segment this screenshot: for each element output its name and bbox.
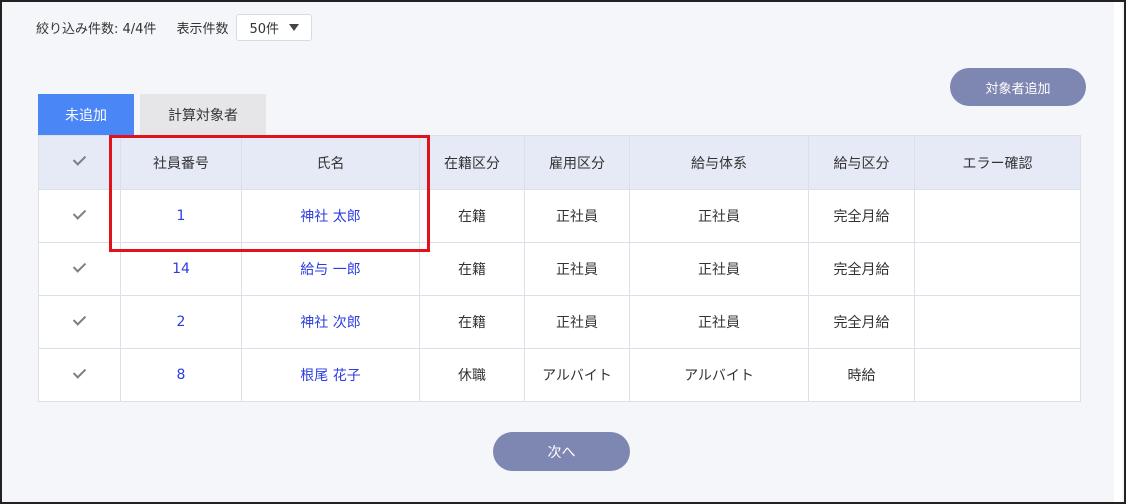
employee-id-link[interactable]: 1 [120,189,242,243]
filter-bar: 絞り込み件数: 4/4件 表示件数 50件 [36,14,312,41]
pay-system-cell: 正社員 [629,189,809,243]
table-row: 2 神社 次郎 在籍 正社員 正社員 完全月給 [38,295,1081,349]
check-icon [72,207,87,222]
caret-down-icon [289,24,299,31]
employment-cell: 正社員 [524,295,630,349]
header-name: 氏名 [241,135,420,190]
header-employee-id: 社員番号 [120,135,242,190]
table-row: 14 給与 一郎 在籍 正社員 正社員 完全月給 [38,242,1081,296]
tab-not-added[interactable]: 未追加 [38,94,134,135]
employee-name-link[interactable]: 給与 一郎 [241,242,420,296]
per-page-value: 50件 [249,22,279,37]
employee-id-link[interactable]: 2 [120,295,242,349]
error-check-cell [914,189,1081,243]
per-page-label: 表示件数 [176,22,229,37]
header-error-check: エラー確認 [914,135,1081,190]
error-check-cell [914,348,1081,402]
tab-calc-targets[interactable]: 計算対象者 [140,94,266,135]
enrollment-cell: 休職 [419,348,525,402]
check-icon [72,153,87,168]
header-pay-system: 給与体系 [629,135,809,190]
pay-system-cell: アルバイト [629,348,809,402]
employee-name-link[interactable]: 神社 次郎 [241,295,420,349]
add-target-button[interactable]: 対象者追加 [950,68,1086,106]
table-header-row: 社員番号 氏名 在籍区分 雇用区分 給与体系 給与区分 エラー確認 [38,135,1081,190]
employment-cell: アルバイト [524,348,630,402]
scrollbar[interactable] [1114,2,1122,502]
row-checkbox[interactable] [38,189,121,243]
employee-table: 社員番号 氏名 在籍区分 雇用区分 給与体系 給与区分 エラー確認 1 神社 太… [38,135,1081,402]
table-row: 1 神社 太郎 在籍 正社員 正社員 完全月給 [38,189,1081,243]
per-page-select[interactable]: 50件 [236,14,312,41]
employee-name-link[interactable]: 神社 太郎 [241,189,420,243]
row-checkbox[interactable] [38,295,121,349]
tab-bar: 未追加 計算対象者 [38,94,266,135]
error-check-cell [914,295,1081,349]
pay-type-cell: 完全月給 [808,242,915,296]
employment-cell: 正社員 [524,242,630,296]
pay-system-cell: 正社員 [629,242,809,296]
pay-type-cell: 完全月給 [808,189,915,243]
row-checkbox[interactable] [38,242,121,296]
filter-count: 絞り込み件数: 4/4件 [36,22,157,37]
pay-system-cell: 正社員 [629,295,809,349]
row-checkbox[interactable] [38,348,121,402]
check-icon [72,260,87,275]
error-check-cell [914,242,1081,296]
employee-id-link[interactable]: 14 [120,242,242,296]
employee-name-link[interactable]: 根尾 花子 [241,348,420,402]
table-row: 8 根尾 花子 休職 アルバイト アルバイト 時給 [38,348,1081,402]
select-all-checkbox[interactable] [38,135,121,190]
header-enrollment: 在籍区分 [419,135,525,190]
check-icon [72,313,87,328]
header-employment: 雇用区分 [524,135,630,190]
next-button[interactable]: 次へ [493,432,630,471]
enrollment-cell: 在籍 [419,242,525,296]
enrollment-cell: 在籍 [419,189,525,243]
enrollment-cell: 在籍 [419,295,525,349]
employee-id-link[interactable]: 8 [120,348,242,402]
check-icon [72,366,87,381]
pay-type-cell: 完全月給 [808,295,915,349]
app-window: 絞り込み件数: 4/4件 表示件数 50件 対象者追加 未追加 計算対象者 社員… [0,0,1126,504]
header-pay-type: 給与区分 [808,135,915,190]
employment-cell: 正社員 [524,189,630,243]
pay-type-cell: 時給 [808,348,915,402]
